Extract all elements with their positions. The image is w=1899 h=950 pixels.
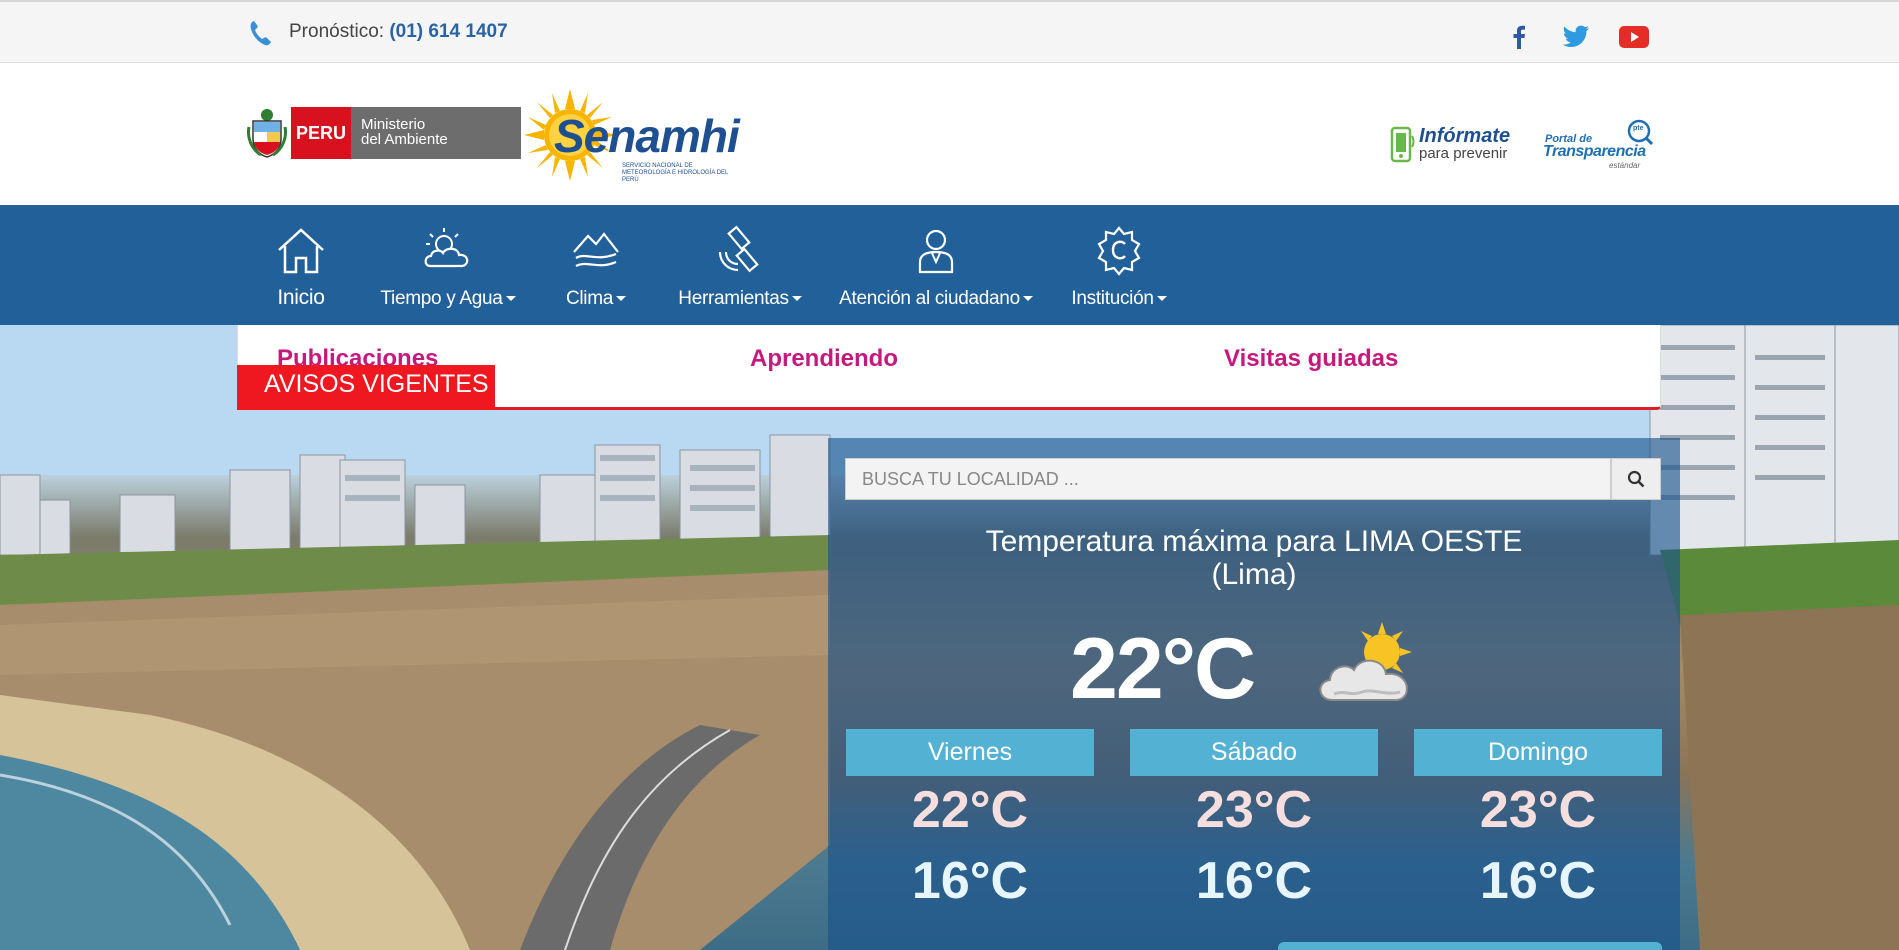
brand-name: Senamhi bbox=[554, 110, 740, 162]
search-icon bbox=[1627, 470, 1645, 488]
chevron-down-icon bbox=[1156, 296, 1167, 302]
peru-shield-icon bbox=[247, 109, 287, 158]
citizen-icon bbox=[918, 229, 954, 274]
climate-icon bbox=[573, 232, 619, 268]
nav-item-clima[interactable]: Clima bbox=[565, 205, 627, 325]
brand-subtitle: SERVICIO NACIONAL DE METEOROLOGÍA E HIDR… bbox=[622, 163, 729, 183]
alerts-banner[interactable]: AVISOS VIGENTES bbox=[237, 365, 495, 410]
youtube-icon[interactable] bbox=[1619, 22, 1649, 52]
ministry-line-1: Ministerio bbox=[361, 116, 426, 133]
forecast-max-sabado: 23°C bbox=[1195, 781, 1313, 839]
pte-badge-icon bbox=[1627, 119, 1653, 145]
arrow-right-icon bbox=[495, 376, 506, 398]
forecast-title-line-1: Temperatura máxima para LIMA OESTE bbox=[985, 525, 1523, 558]
forecast-day-viernes: Viernes bbox=[846, 729, 1094, 776]
nav-label: Tiempo y Agua bbox=[380, 288, 503, 309]
nav-label: Inicio bbox=[277, 286, 325, 309]
nav-label: Clima bbox=[565, 288, 614, 309]
chevron-down-icon bbox=[505, 296, 516, 302]
submenu-visitas-guiadas[interactable]: Visitas guiadas bbox=[1224, 345, 1398, 373]
informate-subtitle: para prevenir bbox=[1419, 145, 1508, 162]
forecast-min-sabado: 16°C bbox=[1195, 852, 1313, 910]
current-temperature: 22°C bbox=[1070, 621, 1256, 717]
main-nav: Inicio Tiempo y Agua Clima Herramientas bbox=[0, 205, 1899, 325]
informate-title: Infórmate bbox=[1419, 125, 1511, 147]
forecast-day-sabado: Sábado bbox=[1130, 729, 1378, 776]
phone-alert-icon bbox=[1390, 126, 1415, 163]
more-info-button[interactable] bbox=[1278, 942, 1662, 950]
home-icon bbox=[278, 228, 324, 274]
transparency-portal-link[interactable]: pte Portal de Transparencia estándar bbox=[1543, 119, 1653, 175]
peru-label: PERU bbox=[291, 107, 351, 159]
nav-label: Herramientas bbox=[678, 288, 789, 309]
forecast-day-domingo: Domingo bbox=[1414, 729, 1662, 776]
nav-label: Institución bbox=[1071, 288, 1154, 309]
informate-link[interactable]: Infórmate para prevenir bbox=[1389, 125, 1510, 165]
nav-label: Atención al ciudadano bbox=[839, 288, 1020, 309]
phone-label: Pronóstico: bbox=[289, 21, 385, 42]
submenu-aprendiendo[interactable]: Aprendiendo bbox=[750, 345, 898, 373]
nav-item-atencion-ciudadano[interactable]: Atención al ciudadano bbox=[838, 205, 1034, 325]
nav-item-inicio[interactable]: Inicio bbox=[270, 205, 332, 325]
facebook-icon[interactable] bbox=[1504, 22, 1534, 52]
nav-item-tiempo-y-agua[interactable]: Tiempo y Agua bbox=[380, 205, 516, 325]
site-header: PERU Ministerio del Ambiente Senamhi SER… bbox=[0, 63, 1899, 205]
chevron-down-icon bbox=[791, 296, 802, 302]
top-bar: Pronóstico: (01) 614 1407 bbox=[0, 0, 1899, 63]
ministry-line-2: del Ambiente bbox=[361, 131, 448, 148]
search-button[interactable] bbox=[1611, 458, 1661, 500]
phone-number[interactable]: (01) 614 1407 bbox=[389, 21, 507, 42]
weather-icon bbox=[424, 228, 469, 268]
nav-item-herramientas[interactable]: Herramientas bbox=[676, 205, 804, 325]
forecast-min-viernes: 16°C bbox=[911, 852, 1029, 910]
phone-icon bbox=[250, 21, 271, 46]
forecast-title-line-2: (Lima) bbox=[1211, 558, 1297, 591]
pte-badge: pte bbox=[1633, 125, 1644, 132]
chevron-down-icon bbox=[616, 296, 627, 302]
government-logo[interactable]: PERU Ministerio del Ambiente bbox=[247, 107, 521, 159]
forecast-min-domingo: 16°C bbox=[1479, 852, 1597, 910]
forecast-max-domingo: 23°C bbox=[1479, 781, 1597, 839]
phone-info: Pronóstico: (01) 614 1407 bbox=[289, 21, 508, 43]
location-search-input[interactable] bbox=[845, 458, 1611, 500]
twitter-icon[interactable] bbox=[1561, 22, 1591, 52]
forecast-max-viernes: 22°C bbox=[911, 781, 1029, 839]
senamhi-logo[interactable]: Senamhi SERVICIO NACIONAL DE METEOROLOGÍ… bbox=[522, 87, 740, 183]
nav-item-institucion[interactable]: Institución bbox=[1068, 205, 1170, 325]
forecast-title: Temperatura máxima para LIMA OESTE (Lima… bbox=[880, 525, 1628, 591]
partly-cloudy-icon bbox=[1319, 622, 1412, 701]
institution-icon bbox=[1097, 226, 1141, 276]
satellite-icon bbox=[718, 225, 759, 273]
ministry-label: Ministerio del Ambiente bbox=[351, 107, 521, 159]
transparency-title: Transparencia bbox=[1543, 143, 1646, 160]
transparency-sub: estándar bbox=[1609, 161, 1641, 170]
chevron-down-icon bbox=[1022, 296, 1033, 302]
